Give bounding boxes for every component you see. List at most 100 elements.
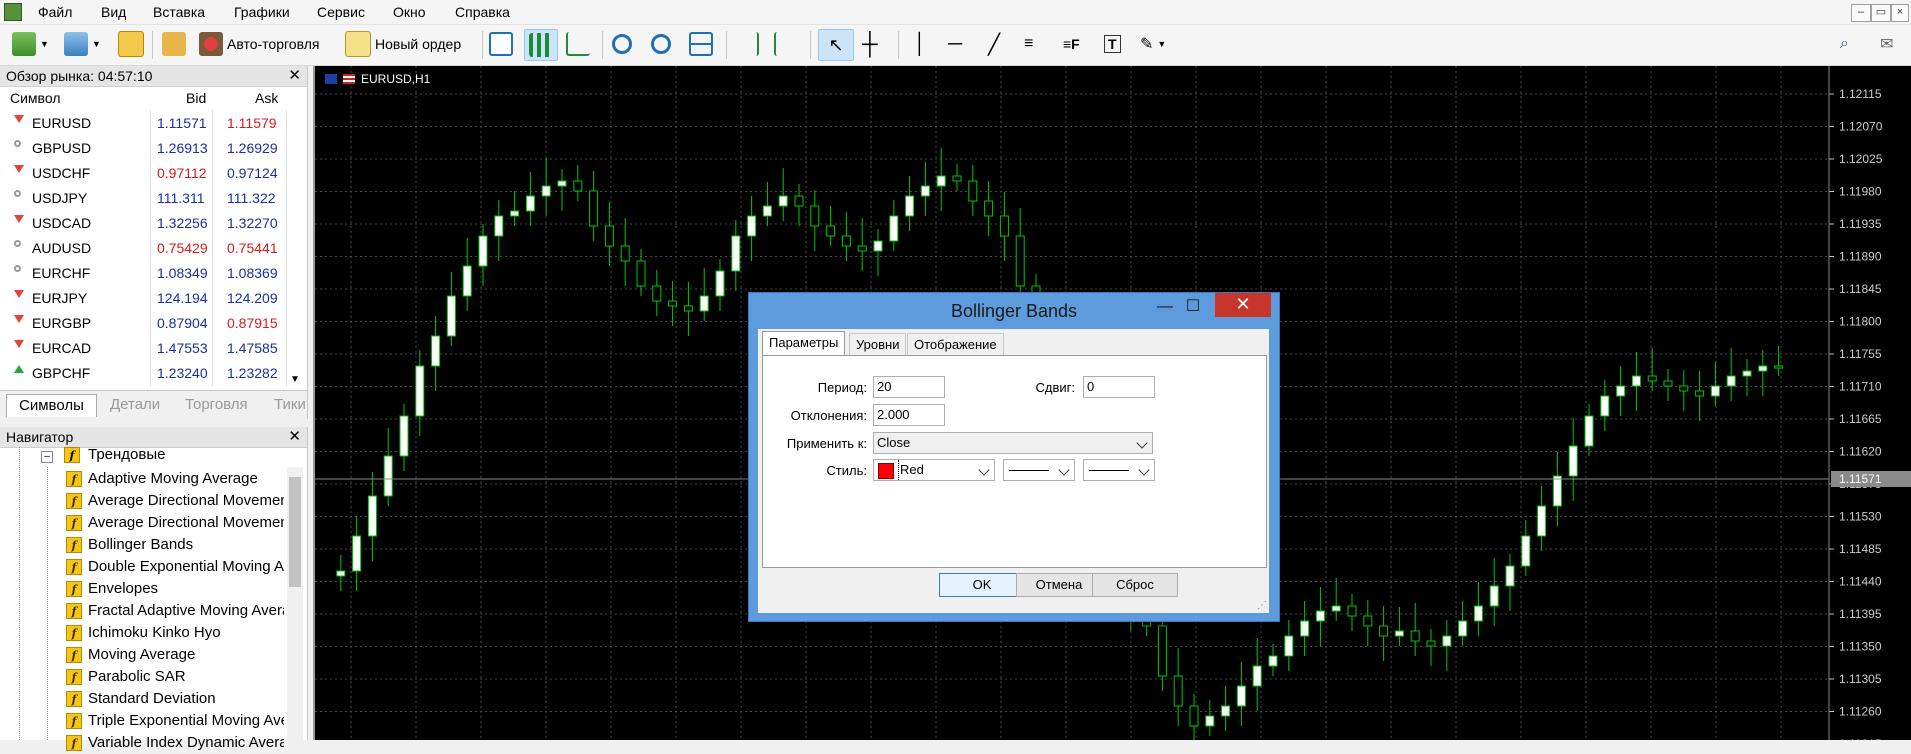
market-watch-row[interactable]: USDCHF 0.97112 0.97124: [0, 161, 292, 186]
chat-button[interactable]: ✉: [1880, 29, 1893, 59]
indicator-item[interactable]: f Triple Exponential Moving Average: [66, 710, 284, 732]
apply-to-select[interactable]: Close: [873, 432, 1153, 454]
indicator-item[interactable]: f Average Directional Movement Index Wild…: [66, 512, 284, 534]
chat-icon: ✉: [1880, 36, 1894, 53]
folder-trend[interactable]: Трендовые: [88, 446, 165, 463]
market-watch-row[interactable]: EURJPY 124.194 124.209: [0, 286, 292, 311]
new-chart-button[interactable]: ▼: [12, 29, 49, 59]
market-watch-row[interactable]: EURCAD 1.47553 1.47585: [0, 336, 292, 361]
indicator-item[interactable]: f Variable Index Dynamic Average: [66, 732, 284, 754]
cursor-button[interactable]: ↖: [818, 29, 854, 61]
chart-shift-button[interactable]: [774, 29, 798, 59]
deviation-field[interactable]: 2.000: [873, 404, 945, 426]
close-icon[interactable]: ✕: [288, 427, 301, 447]
parameters-page: Период: 20 Сдвиг: 0 Отклонения: 2.000 Пр…: [762, 355, 1267, 568]
tile-windows-button[interactable]: [689, 29, 713, 59]
indicator-item[interactable]: f Bollinger Bands: [66, 534, 284, 556]
indicator-item[interactable]: f Standard Deviation: [66, 688, 284, 710]
market-watch-title: Обзор рынка: 04:57:10: [6, 68, 153, 84]
tab-ticks[interactable]: Тики: [262, 394, 318, 416]
market-watch-row[interactable]: GBPCHF 1.23240 1.23282: [0, 361, 292, 386]
tab-display[interactable]: Отображение: [907, 333, 1004, 356]
indicator-item[interactable]: f Adaptive Moving Average: [66, 468, 284, 490]
tab-levels[interactable]: Уровни: [849, 333, 907, 356]
indicator-item[interactable]: f Fractal Adaptive Moving Average: [66, 600, 284, 622]
market-watch-row[interactable]: EURGBP 0.87904 0.87915: [0, 311, 292, 336]
scrollbar-thumb[interactable]: [289, 477, 301, 587]
menu-tools[interactable]: Сервис: [317, 4, 365, 20]
resize-grip-icon[interactable]: ⋰: [1257, 600, 1267, 611]
minimize-icon[interactable]: –: [1851, 4, 1871, 22]
indicator-item[interactable]: f Moving Average: [66, 644, 284, 666]
zoom-in-button[interactable]: [612, 29, 632, 59]
column-symbol[interactable]: Символ: [10, 90, 60, 112]
close-icon[interactable]: ✕: [288, 66, 301, 86]
shift-field[interactable]: 0: [1083, 376, 1155, 398]
line-chart-button[interactable]: [566, 29, 590, 59]
trendline-button[interactable]: ╱: [988, 29, 1000, 59]
restore-icon[interactable]: ▭: [1871, 4, 1891, 22]
tab-trading[interactable]: Торговля: [173, 394, 260, 416]
ok-button[interactable]: OK: [939, 573, 1025, 597]
tab-parameters[interactable]: Параметры: [762, 331, 846, 357]
new-order-button[interactable]: Новый ордер: [345, 29, 461, 59]
market-watch-row[interactable]: EURUSD 1.11571 1.11579: [0, 111, 292, 136]
new-chart-icon: [12, 32, 36, 56]
color-select[interactable]: Red: [873, 459, 995, 481]
price-axis-label: 1.11620: [1839, 445, 1882, 459]
crosshair-button[interactable]: ┼: [862, 29, 878, 59]
shapes-button[interactable]: ✎ ▼: [1140, 29, 1166, 59]
candlestick-button[interactable]: [524, 29, 558, 61]
menu-charts[interactable]: Графики: [234, 4, 290, 20]
zoom-out-button[interactable]: [651, 29, 671, 59]
market-watch-row[interactable]: GBPUSD 1.26913 1.26929: [0, 136, 292, 161]
bar-chart-button[interactable]: [489, 29, 513, 59]
close-icon[interactable]: ×: [1891, 4, 1909, 22]
fibonacci-button[interactable]: ≡F: [1063, 29, 1080, 59]
text-button[interactable]: T: [1104, 29, 1121, 59]
line-style-select[interactable]: [1003, 459, 1075, 481]
menu-file[interactable]: Файл: [38, 4, 72, 20]
bull-candle: [936, 175, 946, 187]
indicator-item[interactable]: f Double Exponential Moving Average: [66, 556, 284, 578]
reset-button[interactable]: Сброс: [1092, 573, 1178, 597]
autotrading-button[interactable]: Авто-торговля: [199, 29, 319, 59]
indicator-item[interactable]: f Parabolic SAR: [66, 666, 284, 688]
line-width-select[interactable]: [1083, 459, 1155, 481]
equidistant-channel-button[interactable]: ≡: [1024, 29, 1033, 59]
tab-symbols[interactable]: Символы: [6, 394, 97, 417]
indicator-item[interactable]: f Envelopes: [66, 578, 284, 600]
column-bid[interactable]: Bid: [186, 90, 206, 112]
cancel-button[interactable]: Отмена: [1016, 573, 1102, 597]
collapse-icon[interactable]: –: [41, 451, 53, 463]
period-field[interactable]: 20: [873, 376, 945, 398]
search-button[interactable]: ⌕: [1840, 29, 1849, 59]
menu-view[interactable]: Вид: [101, 4, 126, 20]
current-price-label: 1.11571: [1839, 472, 1882, 486]
scroll-down-icon[interactable]: ▼: [290, 374, 300, 385]
menu-help[interactable]: Справка: [455, 4, 510, 20]
navigator-scrollbar[interactable]: [287, 467, 303, 740]
market-watch-row[interactable]: USDJPY 111.311 111.322: [0, 186, 292, 211]
menu-window[interactable]: Окно: [393, 4, 426, 20]
autoscroll-button[interactable]: [735, 29, 759, 59]
bull-candle: [1726, 375, 1736, 387]
market-watch-row[interactable]: AUDUSD 0.75429 0.75441: [0, 236, 292, 261]
vertical-line-button[interactable]: │: [914, 29, 927, 59]
minimize-icon[interactable]: —: [1153, 295, 1177, 319]
indicator-label: Parabolic SAR: [88, 668, 186, 685]
close-icon[interactable]: ✕: [1215, 293, 1271, 317]
profiles-button[interactable]: ▼: [64, 29, 101, 59]
price-axis-label: 1.11305: [1839, 672, 1882, 686]
menu-insert[interactable]: Вставка: [153, 4, 205, 20]
horizontal-line-button[interactable]: ─: [948, 29, 962, 59]
market-watch-row[interactable]: EURCHF 1.08349 1.08369: [0, 261, 292, 286]
meta-editor-button[interactable]: [162, 29, 186, 59]
market-watch-row[interactable]: USDCAD 1.32256 1.32270: [0, 211, 292, 236]
indicator-item[interactable]: f Average Directional Movement Index: [66, 490, 284, 512]
indicator-item[interactable]: f Ichimoku Kinko Hyo: [66, 622, 284, 644]
maximize-icon[interactable]: ☐: [1181, 295, 1205, 319]
tab-details[interactable]: Детали: [98, 394, 172, 416]
column-ask[interactable]: Ask: [255, 90, 278, 112]
market-watch-button[interactable]: [118, 29, 144, 59]
